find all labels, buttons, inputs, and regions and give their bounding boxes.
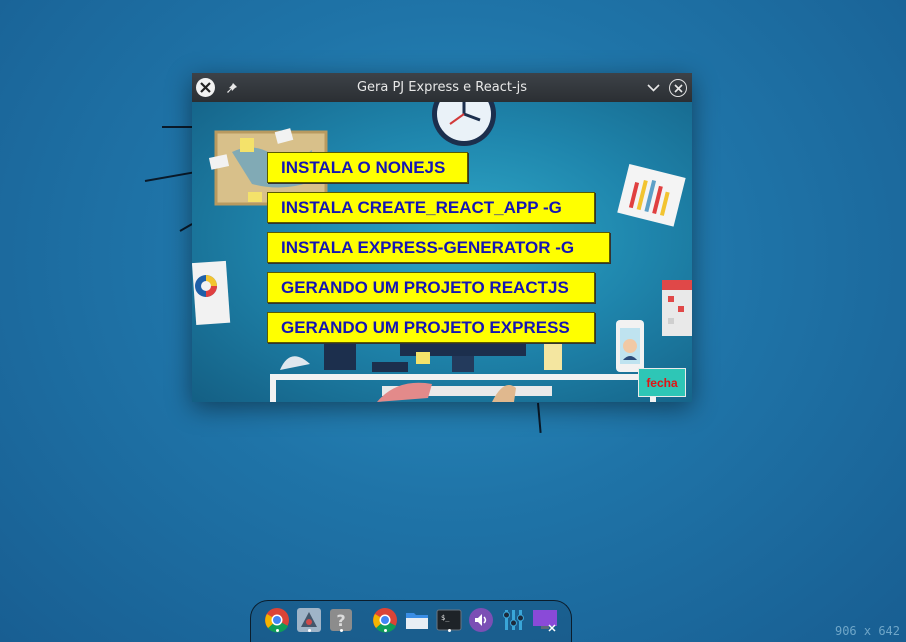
install-express-generator-button[interactable]: INSTALA EXPRESS-GENERATOR -G bbox=[267, 232, 610, 263]
files-icon[interactable] bbox=[404, 607, 430, 633]
document-chart bbox=[192, 260, 231, 326]
close-icon[interactable] bbox=[669, 79, 687, 97]
install-nodejs-button[interactable]: INSTALA O NONEJS bbox=[267, 152, 468, 183]
app-window: Gera PJ Express e React-js INSTALA O NON… bbox=[192, 73, 692, 402]
wallpaper-crack bbox=[144, 171, 195, 182]
help-icon[interactable]: ? bbox=[328, 607, 354, 633]
running-indicator bbox=[307, 629, 311, 632]
svg-text:?: ? bbox=[336, 611, 345, 630]
resolution-label: 906 x 642 bbox=[834, 624, 900, 638]
generate-reactjs-project-button[interactable]: GERANDO UM PROJETO REACTJS bbox=[267, 272, 595, 303]
calendar-icon bbox=[662, 280, 692, 336]
svg-text:$_: $_ bbox=[441, 614, 450, 622]
wallpaper-crack bbox=[537, 402, 542, 433]
running-indicator bbox=[275, 629, 279, 632]
display-icon[interactable] bbox=[532, 607, 558, 633]
running-indicator bbox=[447, 629, 451, 632]
chevron-down-icon[interactable] bbox=[644, 78, 663, 97]
dock: ? $_ bbox=[250, 600, 572, 642]
chrome-icon[interactable] bbox=[372, 607, 398, 633]
window-titlebar[interactable]: Gera PJ Express e React-js bbox=[192, 73, 692, 102]
clock-icon bbox=[432, 102, 496, 146]
chrome-icon[interactable] bbox=[264, 607, 290, 633]
close-app-button[interactable]: fecha bbox=[638, 368, 686, 397]
bar-chart-paper bbox=[617, 164, 686, 227]
phone-icon bbox=[616, 320, 644, 372]
generate-express-project-button[interactable]: GERANDO UM PROJETO EXPRESS bbox=[267, 312, 595, 343]
window-content: INSTALA O NONEJS INSTALA CREATE_REACT_AP… bbox=[192, 102, 692, 402]
wallpaper-crack bbox=[179, 223, 193, 232]
terminal-icon[interactable]: $_ bbox=[436, 607, 462, 633]
settings-icon[interactable] bbox=[500, 607, 526, 633]
network-icon[interactable] bbox=[296, 607, 322, 633]
install-create-react-app-button[interactable]: INSTALA CREATE_REACT_APP -G bbox=[267, 192, 595, 223]
desktop: Gera PJ Express e React-js INSTALA O NON… bbox=[0, 0, 906, 642]
window-title: Gera PJ Express e React-js bbox=[356, 80, 528, 95]
running-indicator bbox=[339, 629, 343, 632]
running-indicator bbox=[383, 629, 387, 632]
volume-icon[interactable] bbox=[468, 607, 494, 633]
wallpaper-crack bbox=[162, 126, 194, 128]
